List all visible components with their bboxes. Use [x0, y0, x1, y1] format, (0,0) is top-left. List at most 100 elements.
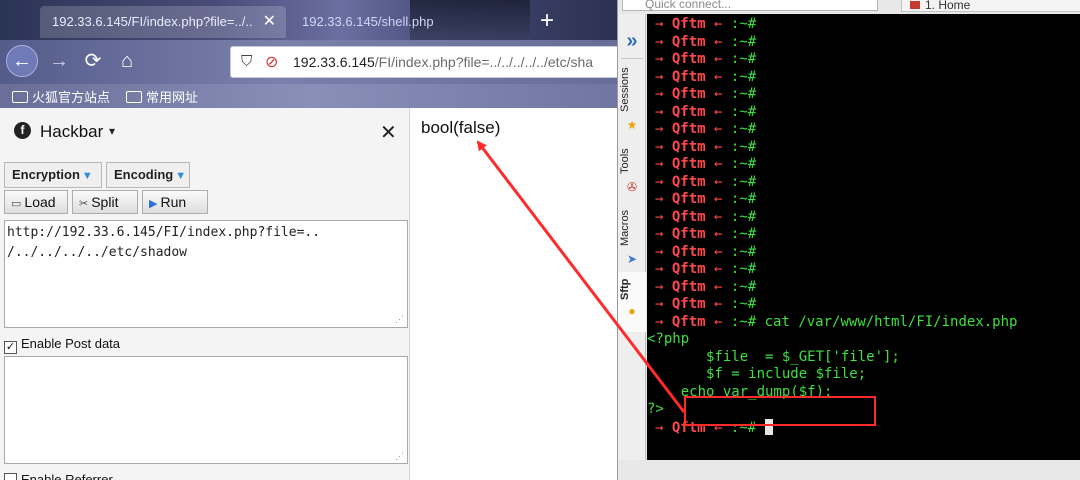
prompt-user: Qftm — [671, 191, 715, 207]
prompt-user: Qftm — [671, 156, 715, 172]
tab-bar: 192.33.6.145/FI/index.php?file=../.. ✕ 1… — [0, 0, 620, 40]
tools-icon: ✇ — [626, 180, 638, 194]
prompt-arrow: → — [655, 173, 672, 190]
address-bar[interactable]: ⛉ ⊘ 192.33.6.145/FI/index.php?file=../..… — [230, 46, 620, 78]
resize-grip-icon[interactable]: ⋰ — [395, 451, 405, 461]
terminal-output-line: $f = include $file; — [647, 366, 867, 382]
enable-post-checkbox-row[interactable]: ✓ Enable Post data — [4, 336, 120, 354]
tab-shell-php[interactable]: 192.33.6.145/shell.php — [290, 6, 520, 38]
sidebar-tools[interactable]: Tools ✇ — [618, 140, 646, 210]
split-icon: ✂ — [79, 198, 89, 210]
prompt-arrow: → — [655, 296, 672, 312]
forward-arrow-icon[interactable]: → — [44, 46, 74, 76]
shield-icon[interactable]: ⛉ — [241, 53, 252, 70]
terminal-prompt-line: → Qftm ← :~# cat /var/www/html/FI/index.… — [655, 314, 1017, 332]
prompt-separator: ← — [714, 261, 731, 277]
prompt-user: Qftm — [671, 86, 715, 102]
prompt-separator: ← — [714, 243, 731, 260]
prompt-path: :~# — [730, 226, 757, 242]
prompt-path: :~# — [730, 86, 757, 102]
page-output-text: bool(false) — [421, 118, 501, 137]
split-button[interactable]: ✂ Split — [72, 190, 138, 214]
prompt-arrow: → — [655, 261, 672, 277]
prompt-path: :~# — [730, 243, 757, 260]
prompt-path: :~# — [730, 33, 757, 50]
prompt-arrow: → — [655, 68, 672, 85]
load-icon: ▭ — [11, 198, 22, 210]
prompt-user: Qftm — [671, 33, 715, 50]
terminal-prompt-line: → Qftm ← :~# — [655, 139, 756, 157]
sidebar-sessions[interactable]: Sessions ★ — [618, 64, 646, 134]
terminal-prompt-line: → Qftm ← :~# — [655, 226, 756, 244]
quick-connect-input[interactable]: Quick connect... — [622, 0, 878, 11]
bookmarks-toolbar: 火狐官方站点 常用网址 — [0, 84, 620, 108]
sidebar-macros[interactable]: Macros ➤ — [618, 204, 646, 274]
terminal-prompt-line: → Qftm ← :~# — [655, 16, 756, 34]
dropdown-arrow-icon: ▼ — [81, 170, 93, 182]
sftp-icon: ● — [628, 304, 636, 318]
home-icon[interactable]: ⌂ — [112, 46, 142, 76]
double-chevron-icon[interactable]: » — [618, 30, 646, 53]
chevron-down-icon[interactable]: ▾ — [109, 124, 115, 138]
side-panel-bar: » Sessions ★ Tools ✇ Macros ➤ Sftp ● — [618, 14, 646, 460]
prompt-separator: ← — [714, 208, 731, 225]
close-icon[interactable]: ✕ — [380, 120, 397, 145]
resize-grip-icon[interactable]: ⋰ — [395, 315, 405, 325]
prompt-path: :~# — [730, 313, 757, 330]
encryption-dropdown[interactable]: Encryption ▼ — [4, 162, 102, 188]
prompt-user: Qftm — [671, 16, 715, 32]
folder-icon — [126, 91, 142, 103]
reload-icon[interactable]: ⟳ — [78, 46, 108, 76]
prompt-user: Qftm — [671, 226, 715, 242]
post-data-textarea[interactable]: ⋰ — [4, 356, 408, 464]
prompt-path: :~# — [730, 261, 757, 277]
prompt-arrow: → — [655, 278, 672, 295]
hackbar-header: f Hackbar ▾ ✕ — [0, 108, 410, 156]
home-session-icon — [910, 1, 920, 9]
prompt-path: :~# — [730, 16, 757, 32]
new-tab-button[interactable]: + — [540, 6, 554, 36]
prompt-path: :~# — [730, 68, 757, 85]
divider — [621, 58, 643, 59]
prompt-arrow: → — [655, 313, 672, 330]
prompt-user: Qftm — [671, 313, 715, 330]
hackbar-url-textarea[interactable]: http://192.33.6.145/FI/index.php?file=..… — [4, 220, 408, 328]
hackbar-title[interactable]: Hackbar — [40, 122, 103, 142]
close-icon[interactable]: ✕ — [263, 6, 276, 38]
tab-label: 192.33.6.145/shell.php — [302, 14, 434, 29]
prompt-separator: ← — [714, 278, 731, 295]
session-tab-home[interactable]: 1. Home — [901, 0, 1080, 12]
prompt-arrow: → — [655, 16, 672, 32]
prompt-arrow: → — [655, 33, 672, 50]
prompt-path: :~# — [730, 296, 757, 312]
prompt-path: :~# — [730, 121, 757, 137]
run-button[interactable]: ▶ Run — [142, 190, 208, 214]
enable-referrer-checkbox-row[interactable]: Enable Referrer — [4, 472, 113, 480]
bookmark-firefox-official[interactable]: 火狐官方站点 — [12, 87, 110, 106]
bookmark-common-urls[interactable]: 常用网址 — [126, 87, 198, 106]
checkbox-checked[interactable]: ✓ — [4, 341, 17, 354]
folder-icon — [12, 91, 28, 103]
prompt-separator: ← — [714, 191, 731, 207]
prompt-path: :~# — [730, 278, 757, 295]
checkbox-unchecked[interactable] — [4, 473, 17, 480]
tab-index-php[interactable]: 192.33.6.145/FI/index.php?file=../.. ✕ — [40, 6, 286, 38]
load-button[interactable]: ▭ Load — [4, 190, 68, 214]
prompt-separator: ← — [714, 103, 731, 120]
prompt-path: :~# — [730, 138, 757, 155]
prompt-separator: ← — [714, 138, 731, 155]
terminal-prompt-line: → Qftm ← :~# — [655, 261, 756, 279]
hackbar-panel: f Hackbar ▾ ✕ Encryption ▼ Encoding ▼ ▭ Loa… — [0, 108, 410, 480]
url-text[interactable]: 192.33.6.145/FI/index.php?file=../../../… — [293, 54, 593, 70]
prompt-separator: ← — [714, 68, 731, 85]
back-arrow-icon[interactable]: ← — [6, 45, 38, 77]
insecure-lock-icon[interactable]: ⊘ — [265, 52, 278, 72]
terminal-screen[interactable]: → Qftm ← :~# → Qftm ← :~# → Qftm ← :~# → Qf… — [647, 14, 1080, 460]
sidebar-sftp[interactable]: Sftp ● — [618, 272, 646, 332]
terminal-prompt-line: → Qftm ← :~# — [655, 209, 756, 227]
prompt-separator: ← — [714, 33, 731, 50]
encoding-dropdown[interactable]: Encoding ▼ — [106, 162, 190, 188]
prompt-user: Qftm — [671, 296, 715, 312]
prompt-arrow: → — [655, 121, 672, 137]
prompt-arrow: → — [655, 86, 672, 102]
